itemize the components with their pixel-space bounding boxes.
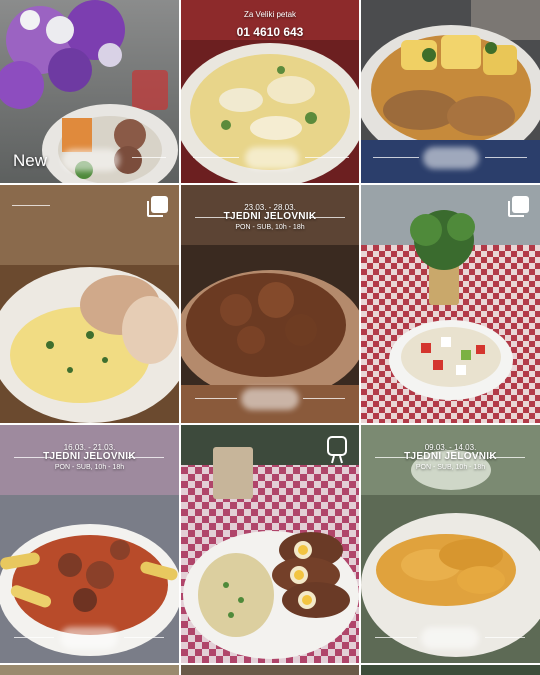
divider bbox=[14, 637, 54, 638]
post-tile-8[interactable] bbox=[181, 425, 359, 663]
divider bbox=[305, 157, 349, 158]
divider bbox=[303, 398, 345, 399]
new-badge: New bbox=[13, 151, 48, 170]
post-image bbox=[0, 665, 179, 675]
divider bbox=[373, 157, 419, 158]
blurred-label bbox=[245, 147, 299, 169]
divider bbox=[132, 157, 166, 158]
reel-icon bbox=[327, 436, 347, 464]
multiple-images-icon bbox=[508, 196, 529, 217]
blurred-label bbox=[241, 388, 299, 410]
post-grid: New Za Veliki petak 01 4610 643 23.03. -… bbox=[0, 0, 540, 675]
divider bbox=[485, 637, 525, 638]
post-tile-12[interactable] bbox=[361, 665, 540, 675]
post-tile-9[interactable]: 09.03. - 14.03. TJEDNI JELOVNIK PON - SU… bbox=[361, 425, 540, 663]
divider bbox=[309, 217, 345, 218]
divider bbox=[12, 205, 50, 206]
post-tile-10[interactable] bbox=[0, 665, 179, 675]
blurred-label bbox=[62, 149, 120, 171]
divider bbox=[193, 157, 239, 158]
post-tile-7[interactable]: 16.03. - 21.03. TJEDNI JELOVNIK PON - SU… bbox=[0, 425, 179, 663]
divider bbox=[489, 457, 525, 458]
blurred-label bbox=[60, 627, 118, 649]
post-tile-5[interactable]: 23.03. - 28.03. TJEDNI JELOVNIK PON - SU… bbox=[181, 185, 359, 423]
menu-hours: PON - SUB, 10h - 18h bbox=[415, 464, 486, 471]
post-image bbox=[181, 665, 359, 675]
post-tile-1[interactable]: New bbox=[0, 0, 179, 183]
caption-phone: 01 4610 643 bbox=[236, 25, 304, 39]
menu-hours: PON - SUB, 10h - 18h bbox=[235, 224, 305, 231]
post-image bbox=[361, 665, 540, 675]
divider bbox=[124, 637, 164, 638]
caption-line-1: Za Veliki petak bbox=[243, 10, 297, 19]
post-image bbox=[361, 185, 540, 423]
post-tile-4[interactable] bbox=[0, 185, 179, 423]
post-tile-6[interactable] bbox=[361, 185, 540, 423]
divider bbox=[485, 157, 527, 158]
blurred-label bbox=[423, 147, 479, 169]
post-image bbox=[0, 185, 179, 423]
divider bbox=[375, 637, 417, 638]
divider bbox=[195, 398, 237, 399]
post-tile-11[interactable] bbox=[181, 665, 359, 675]
menu-hours: PON - SUB, 10h - 18h bbox=[54, 464, 125, 471]
post-tile-3[interactable] bbox=[361, 0, 540, 183]
divider bbox=[128, 457, 164, 458]
post-tile-2[interactable]: Za Veliki petak 01 4610 643 bbox=[181, 0, 359, 183]
blurred-label bbox=[421, 627, 479, 649]
multiple-images-icon bbox=[147, 196, 168, 217]
